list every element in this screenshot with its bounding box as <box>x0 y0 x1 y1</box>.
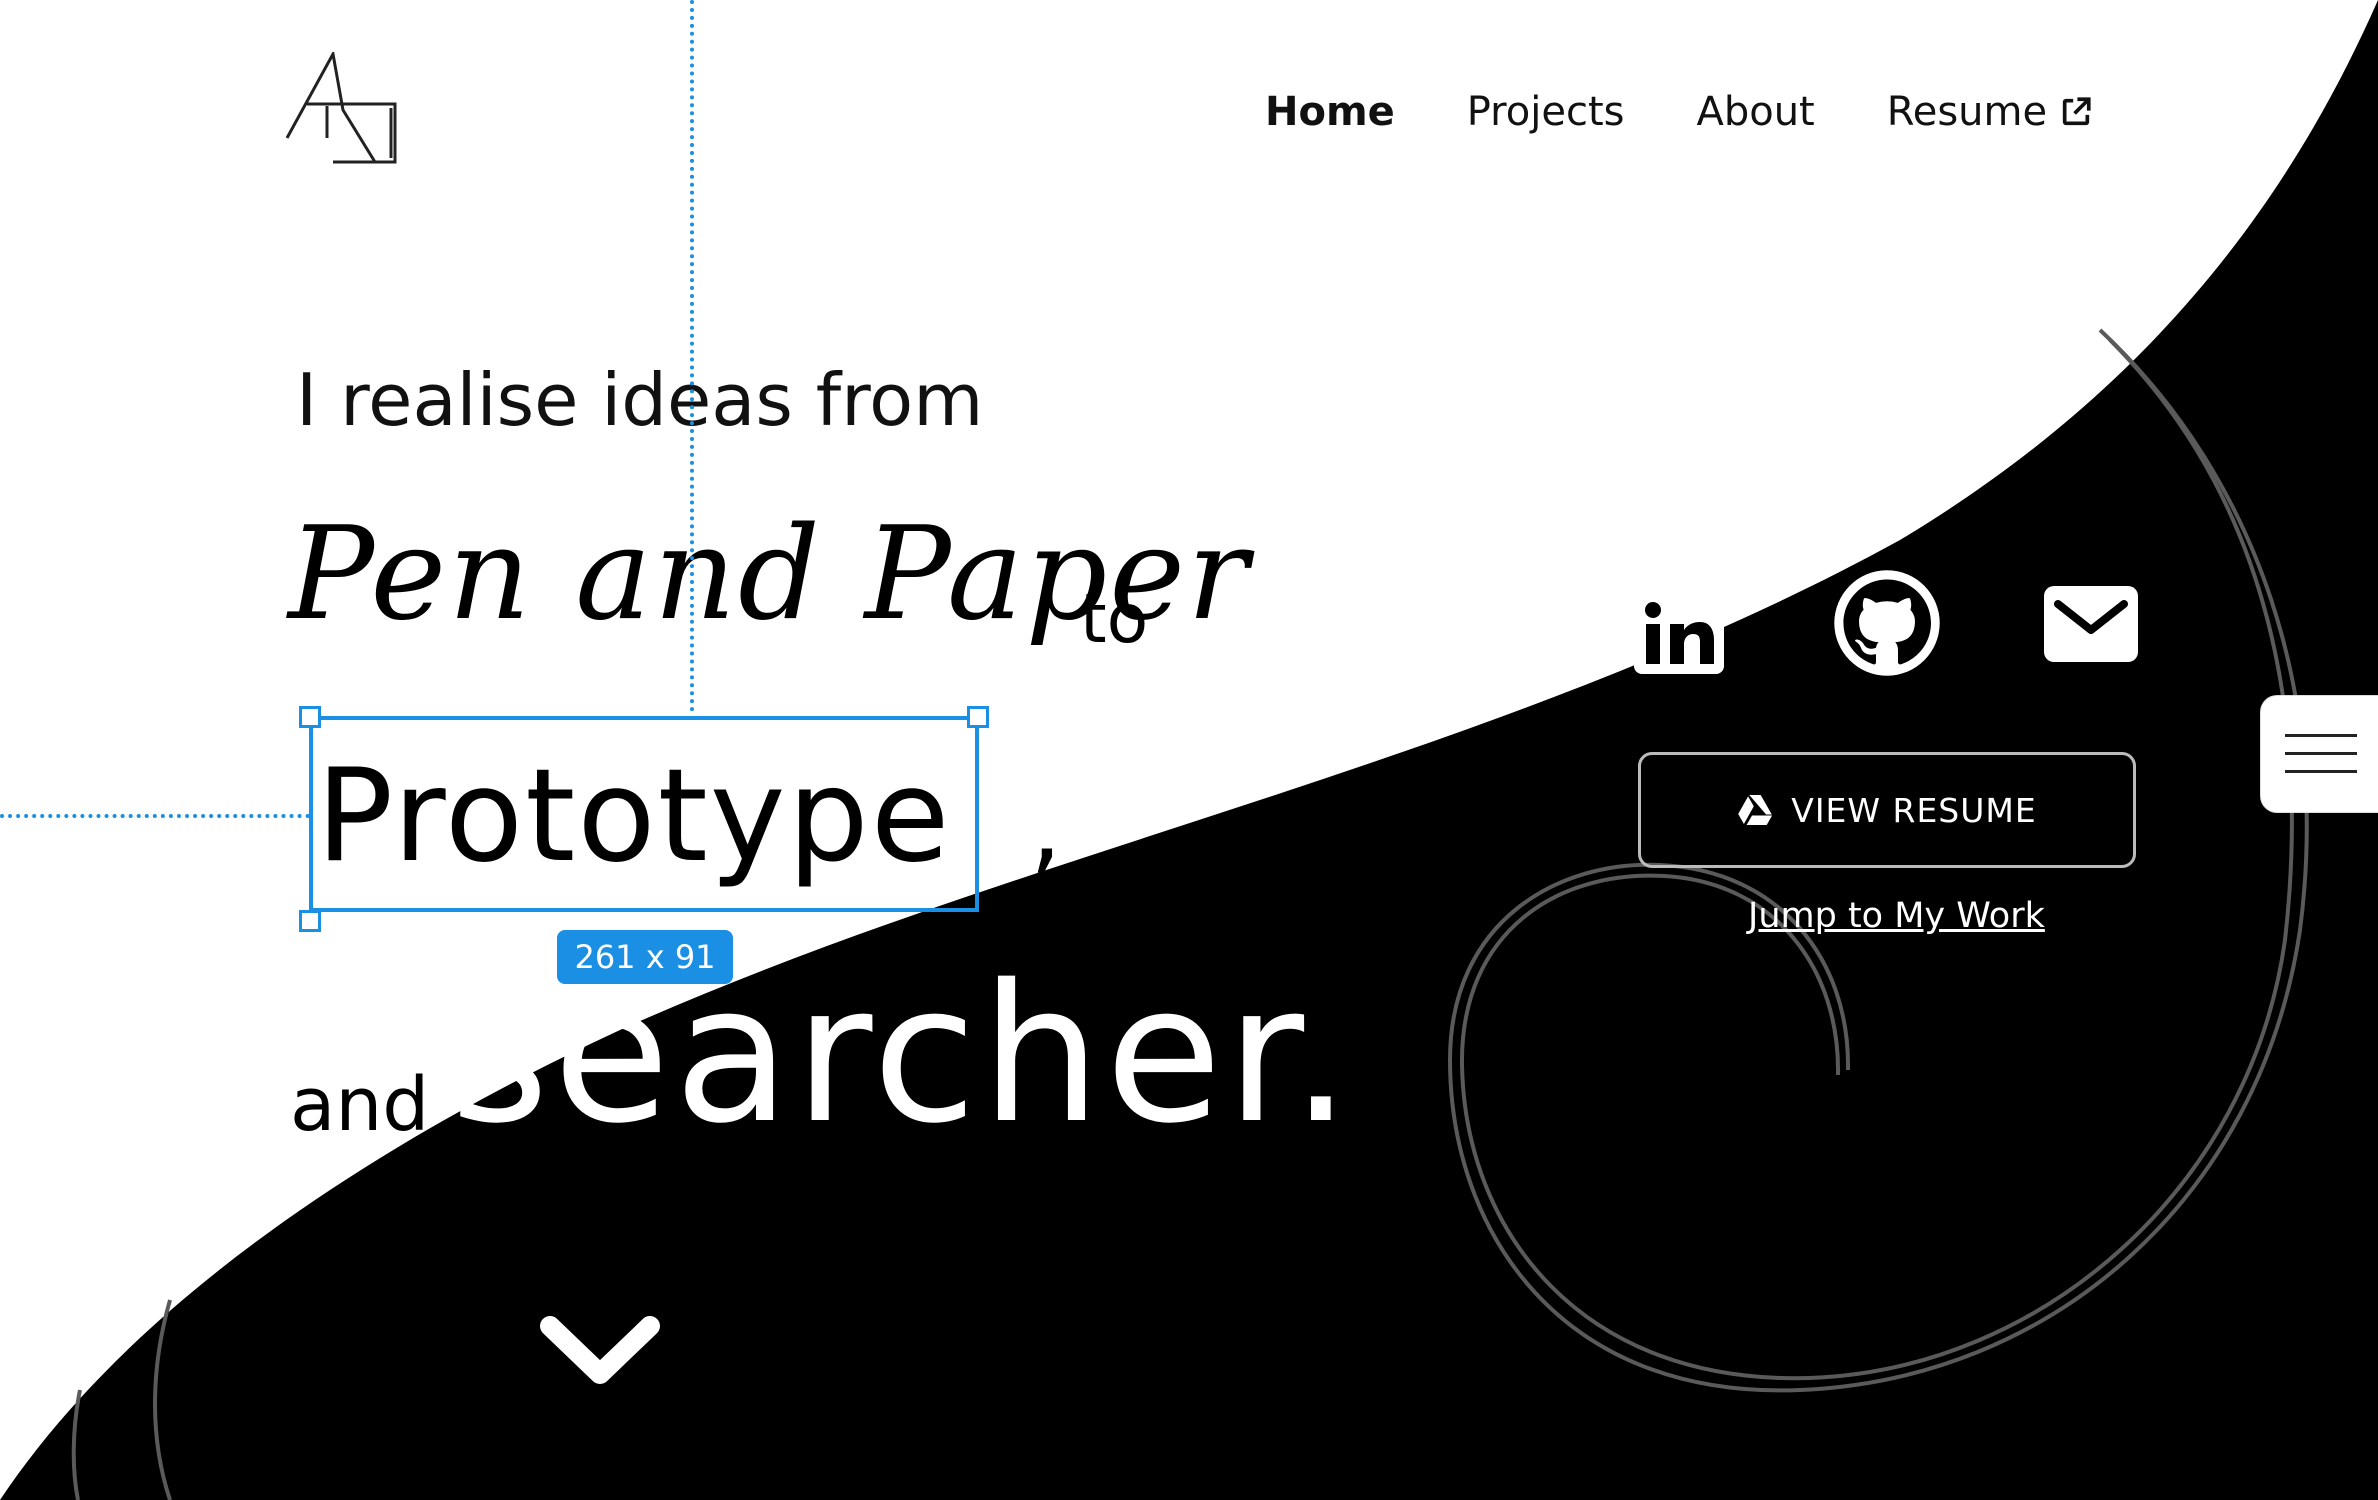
hamburger-icon <box>2285 734 2357 737</box>
hero-and: and <box>290 1062 430 1148</box>
hero-intro: I realise ideas from <box>296 358 984 442</box>
hero-prototype-comma: , <box>1030 768 1062 885</box>
social-links <box>1630 568 2150 678</box>
nav-projects[interactable]: Projects <box>1467 89 1625 135</box>
github-icon[interactable] <box>1832 568 1942 678</box>
mail-icon[interactable] <box>2042 584 2140 664</box>
top-nav: Home Projects About Resume <box>1265 82 2093 142</box>
jump-to-work-link[interactable]: Jump to My Work <box>1748 896 2045 936</box>
nav-resume-label: Resume <box>1886 89 2048 135</box>
page: Home Projects About Resume I realise ide… <box>0 0 2378 1500</box>
nav-resume[interactable]: Resume <box>1887 89 2093 135</box>
hero-to: to <box>1080 580 1149 659</box>
resize-handle-top-right[interactable] <box>967 706 989 728</box>
selection-box[interactable] <box>309 716 979 912</box>
selection-size-label: 261 x 91 <box>557 930 733 984</box>
resize-handle-top-left[interactable] <box>299 706 321 728</box>
chevron-down-icon[interactable] <box>538 1312 662 1392</box>
view-resume-label: VIEW RESUME <box>1791 790 2037 830</box>
nav-about[interactable]: About <box>1696 89 1814 135</box>
hamburger-icon-bar <box>2285 770 2357 773</box>
nav-home[interactable]: Home <box>1265 89 1395 135</box>
view-resume-button[interactable]: VIEW RESUME <box>1638 752 2136 868</box>
guide-line-horizontal <box>0 814 310 818</box>
google-drive-icon <box>1738 795 1773 825</box>
linkedin-icon[interactable] <box>1630 568 1728 678</box>
external-link-icon <box>2062 97 2091 126</box>
resize-handle-bottom-left[interactable] <box>299 910 321 932</box>
hamburger-icon-bar <box>2285 752 2357 755</box>
guide-line-vertical <box>690 0 694 712</box>
logo-icon[interactable] <box>283 52 401 167</box>
hamburger-menu-button[interactable] <box>2261 696 2378 812</box>
